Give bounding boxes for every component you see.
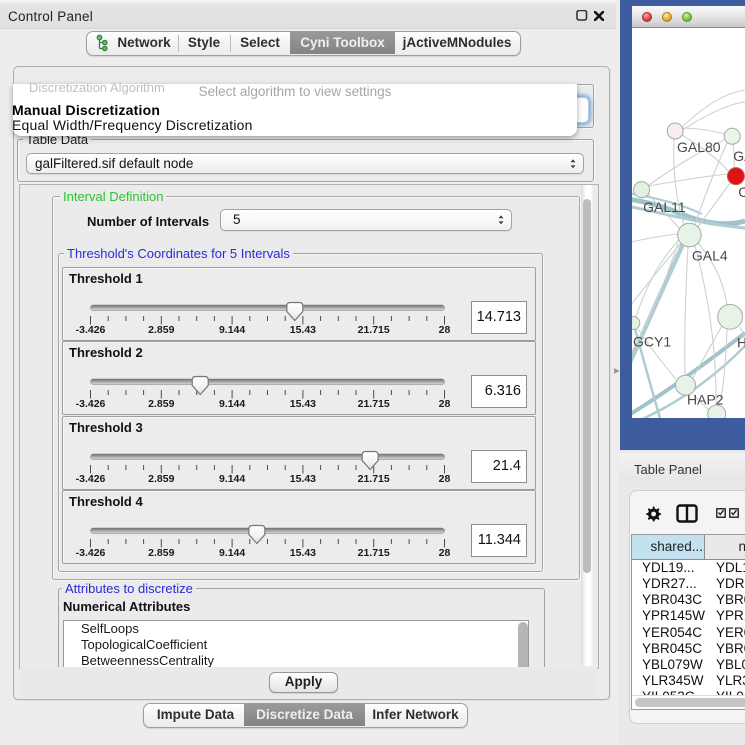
svg-text:-3.426: -3.426 — [76, 473, 106, 485]
svg-text:2.859: 2.859 — [148, 473, 174, 485]
svg-text:28: 28 — [439, 398, 451, 410]
svg-text:GAL11: GAL11 — [643, 199, 686, 215]
svg-text:GAL80: GAL80 — [677, 139, 721, 155]
svg-text:9.144: 9.144 — [219, 473, 245, 485]
svg-text:21.715: 21.715 — [358, 473, 390, 485]
svg-text:28: 28 — [439, 473, 451, 485]
svg-text:21.715: 21.715 — [358, 398, 390, 410]
svg-text:C: C — [738, 184, 745, 200]
svg-text:9.144: 9.144 — [219, 324, 245, 336]
svg-text:21.715: 21.715 — [358, 547, 390, 559]
svg-text:15.43: 15.43 — [290, 324, 316, 336]
svg-text:2.859: 2.859 — [148, 547, 174, 559]
svg-text:GAL4: GAL4 — [692, 248, 728, 264]
svg-text:9.144: 9.144 — [219, 547, 245, 559]
svg-text:9.144: 9.144 — [219, 398, 245, 410]
svg-text:2.859: 2.859 — [148, 398, 174, 410]
svg-text:-3.426: -3.426 — [76, 398, 106, 410]
svg-text:2.859: 2.859 — [148, 324, 174, 336]
svg-text:28: 28 — [439, 547, 451, 559]
svg-text:HAP2: HAP2 — [687, 392, 724, 408]
svg-text:15.43: 15.43 — [290, 398, 316, 410]
svg-text:GA: GA — [733, 148, 745, 164]
svg-text:15.43: 15.43 — [290, 473, 316, 485]
svg-text:H: H — [737, 335, 745, 351]
svg-text:21.715: 21.715 — [358, 324, 390, 336]
svg-text:15.43: 15.43 — [290, 547, 316, 559]
svg-text:28: 28 — [439, 324, 451, 336]
svg-text:GCY1: GCY1 — [633, 334, 671, 350]
svg-text:-3.426: -3.426 — [76, 324, 106, 336]
svg-text:-3.426: -3.426 — [76, 547, 106, 559]
